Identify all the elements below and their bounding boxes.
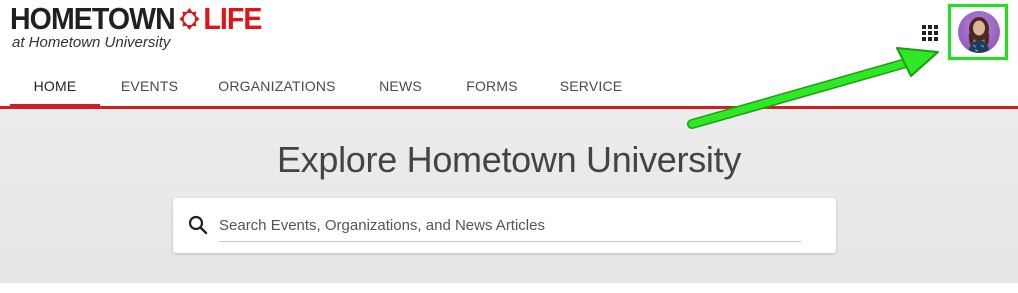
- search-icon: [188, 215, 208, 235]
- nav-tab-home[interactable]: HOME: [10, 66, 100, 110]
- site-header: HOMETOWN LIFE at Hometown University HOM…: [0, 0, 1018, 110]
- hometown-life-mark-icon: [179, 8, 200, 30]
- hero-title: Explore Hometown University: [276, 139, 742, 180]
- nav-tab-forms[interactable]: FORMS: [446, 66, 538, 106]
- page-bottom-strip: [0, 283, 1018, 293]
- nav-tab-organizations[interactable]: ORGANIZATIONS: [199, 66, 355, 106]
- main-nav: HOME EVENTS ORGANIZATIONS NEWS FORMS SER…: [10, 66, 644, 110]
- user-avatar[interactable]: [958, 11, 1000, 53]
- logo-word-life: LIFE: [203, 1, 262, 36]
- apps-grid-icon[interactable]: [921, 24, 939, 42]
- avatar-photo: [968, 17, 990, 53]
- nav-tab-service[interactable]: SERVICE: [538, 66, 644, 106]
- logo-wordmark: HOMETOWN LIFE: [10, 1, 262, 36]
- search-input[interactable]: [219, 210, 801, 242]
- logo-subtitle: at Hometown University: [12, 34, 171, 51]
- site-logo[interactable]: HOMETOWN LIFE at Hometown University: [10, 2, 283, 51]
- nav-tab-news[interactable]: NEWS: [355, 66, 446, 106]
- search-card: [173, 198, 836, 253]
- logo-word-hometown: HOMETOWN: [10, 1, 176, 36]
- hero-section: Explore Hometown University: [0, 109, 1018, 283]
- nav-tab-events[interactable]: EVENTS: [100, 66, 199, 106]
